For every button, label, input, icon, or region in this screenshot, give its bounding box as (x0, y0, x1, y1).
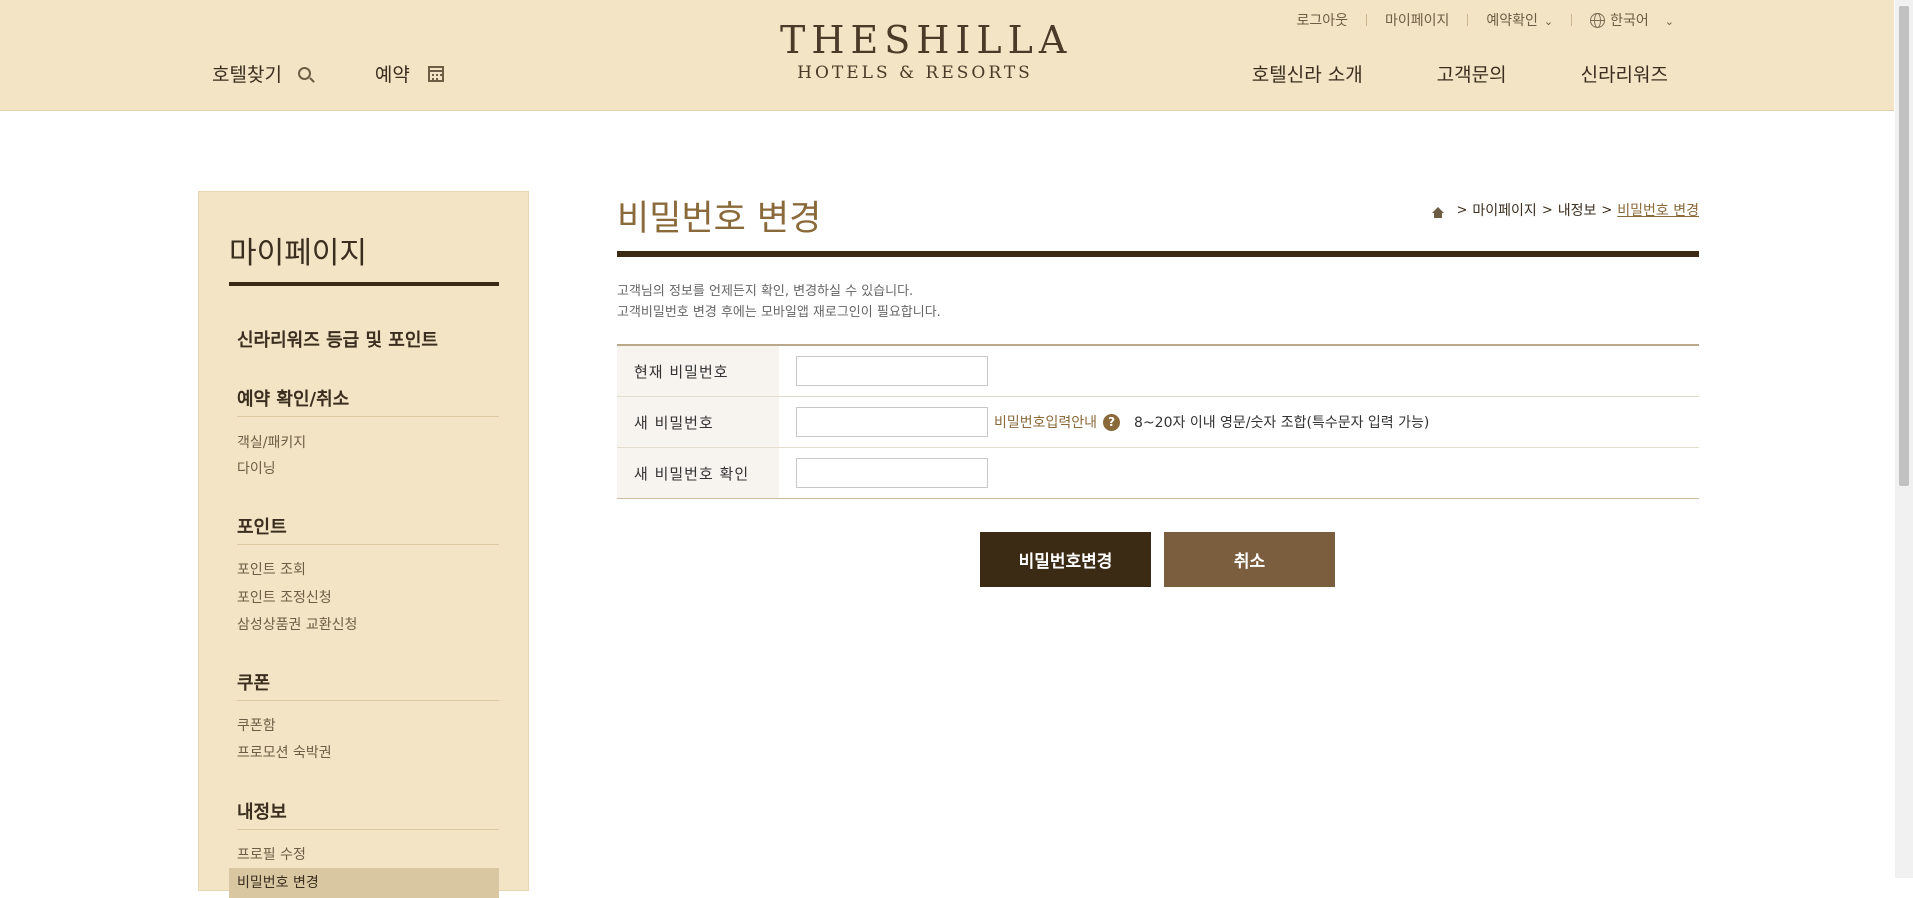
find-hotel-label: 호텔찾기 (212, 64, 282, 86)
mypage-link[interactable]: 마이페이지 (1385, 10, 1449, 30)
cancel-button[interactable]: 취소 (1164, 532, 1335, 587)
nav-right: 호텔신라 소개 고객문의 신라리워즈 (1178, 60, 1668, 87)
sidebar-item-points-adjust[interactable]: 포인트 조정신청 (237, 587, 332, 607)
chevron-down-icon: ⌄ (1543, 15, 1554, 28)
reservation-check-dropdown[interactable]: 예약확인 ⌄ (1486, 10, 1553, 30)
language-label: 한국어 (1610, 13, 1649, 29)
reservation-check-label: 예약확인 (1486, 13, 1538, 29)
confirm-password-input[interactable] (796, 458, 988, 488)
sidebar-item-promotion-voucher[interactable]: 프로모션 숙박권 (237, 742, 332, 762)
sidebar-item-dining[interactable]: 다이닝 (237, 458, 276, 478)
form-field (779, 346, 1699, 396)
divider (237, 544, 499, 545)
divider (237, 829, 499, 830)
mypage-sidebar: 마이페이지 신라리워즈 등급 및 포인트 예약 확인/취소 객실/패키지 다이닝… (198, 191, 529, 898)
scrollbar-thumb[interactable] (1899, 6, 1909, 486)
new-password-label: 새 비밀번호 (617, 397, 779, 447)
sidebar-item-samsung-voucher[interactable]: 삼성상품권 교환신청 (237, 614, 357, 634)
chevron-right-icon: > (1601, 202, 1613, 218)
chevron-right-icon: > (1541, 202, 1553, 218)
chevron-down-icon: ⌄ (1664, 15, 1674, 28)
confirm-password-label: 새 비밀번호 확인 (617, 448, 779, 498)
site-header: 로그아웃 마이페이지 예약확인 ⌄ 한국어 ⌄ 호텔찾기 예약 THESHILLA … (0, 0, 1894, 111)
sidebar-item-room-package[interactable]: 객실/패키지 (237, 432, 306, 452)
password-guide-link[interactable]: 비밀번호입력안내 (994, 412, 1097, 432)
page-title: 비밀번호 변경 (617, 199, 822, 239)
description-line: 고객비밀번호 변경 후에는 모바일앱 재로그인이 필요합니다. (617, 305, 941, 320)
page-scrollbar[interactable] (1895, 0, 1913, 878)
logo-subtitle: HOTELS & RESORTS (797, 63, 1033, 83)
divider (237, 700, 499, 701)
logo-wordmark: THESHILLA (780, 18, 1073, 62)
nav-customer-inquiry[interactable]: 고객문의 (1437, 60, 1507, 87)
description-line: 고객님의 정보를 언제든지 확인, 변경하실 수 있습니다. (617, 284, 914, 299)
password-rule-text: 8~20자 이내 영문/숫자 조합(특수문자 입력 가능) (1134, 415, 1430, 431)
sidebar-item-password-change[interactable]: 비밀번호 변경 (237, 872, 319, 892)
title-rule (617, 251, 1699, 257)
breadcrumb: > 마이페이지 > 내정보 > 비밀번호 변경 (1431, 200, 1699, 220)
language-selector[interactable]: 한국어 ⌄ (1590, 10, 1674, 30)
breadcrumb-myinfo[interactable]: 내정보 (1558, 200, 1597, 220)
logout-link[interactable]: 로그아웃 (1296, 10, 1348, 30)
shilla-logo[interactable]: THESHILLA HOTELS & RESORTS (780, 18, 1073, 84)
form-row-current: 현재 비밀번호 (617, 346, 1699, 397)
current-password-label: 현재 비밀번호 (617, 346, 779, 396)
sidebar-section-reservation[interactable]: 예약 확인/취소 (237, 385, 349, 411)
reserve-label: 예약 (374, 64, 410, 86)
breadcrumb-mypage[interactable]: 마이페이지 (1472, 200, 1536, 220)
nav-left: 호텔찾기 예약 (212, 60, 444, 87)
sidebar-item-points-lookup[interactable]: 포인트 조회 (237, 559, 306, 579)
chevron-right-icon: > (1456, 202, 1468, 218)
sidebar-item-coupon-box[interactable]: 쿠폰함 (237, 715, 276, 735)
home-icon[interactable] (1431, 207, 1444, 218)
form-row-confirm: 새 비밀번호 확인 (617, 448, 1699, 498)
search-icon (297, 67, 311, 80)
nav-about-shilla[interactable]: 호텔신라 소개 (1252, 60, 1363, 87)
sidebar-section-myinfo[interactable]: 내정보 (237, 798, 287, 824)
globe-icon (1590, 13, 1606, 28)
divider (1365, 14, 1367, 26)
divider (237, 416, 499, 417)
new-password-input[interactable] (796, 407, 988, 437)
reserve-button[interactable]: 예약 (375, 60, 444, 87)
calendar-icon (427, 65, 444, 82)
divider (1467, 14, 1469, 26)
form-row-new: 새 비밀번호 비밀번호입력안내 ? 8~20자 이내 영문/숫자 조합(특수문자… (617, 397, 1699, 448)
find-hotel-button[interactable]: 호텔찾기 (212, 60, 311, 87)
sidebar-section-points[interactable]: 포인트 (237, 513, 287, 539)
sidebar-section-rewards[interactable]: 신라리워즈 등급 및 포인트 (237, 326, 438, 352)
page-description: 고객님의 정보를 언제든지 확인, 변경하실 수 있습니다. 고객비밀번호 변경… (617, 281, 941, 323)
form-field: 비밀번호입력안내 ? 8~20자 이내 영문/숫자 조합(특수문자 입력 가능) (779, 397, 1699, 447)
sidebar-title-rule (229, 282, 499, 286)
change-password-button[interactable]: 비밀번호변경 (980, 532, 1151, 587)
form-buttons: 비밀번호변경 취소 (980, 532, 1335, 587)
nav-shilla-rewards[interactable]: 신라리워즈 (1581, 60, 1668, 87)
sidebar-title: 마이페이지 (229, 236, 367, 271)
sidebar-section-coupon[interactable]: 쿠폰 (237, 669, 270, 695)
help-icon[interactable]: ? (1103, 413, 1121, 431)
breadcrumb-current[interactable]: 비밀번호 변경 (1617, 200, 1699, 220)
utility-bar: 로그아웃 마이페이지 예약확인 ⌄ 한국어 ⌄ (1296, 10, 1674, 30)
divider (1571, 14, 1573, 26)
form-field (779, 448, 1699, 498)
current-password-input[interactable] (796, 356, 988, 386)
sidebar-item-profile-edit[interactable]: 프로필 수정 (237, 844, 306, 864)
password-form: 현재 비밀번호 새 비밀번호 비밀번호입력안내 ? 8~20자 이내 영문/숫자… (617, 344, 1699, 499)
